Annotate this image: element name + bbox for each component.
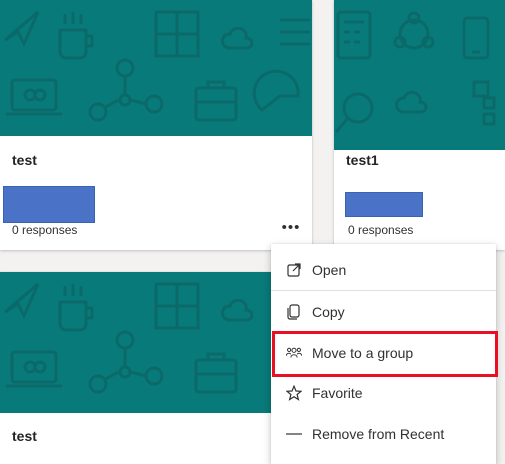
menu-item-open[interactable]: Open	[271, 252, 496, 288]
card-banner	[0, 0, 312, 136]
open-external-icon	[286, 262, 302, 278]
dash-icon	[286, 426, 302, 442]
card-banner	[334, 0, 505, 150]
card-title[interactable]: test1	[346, 152, 379, 168]
menu-item-label: Copy	[312, 304, 345, 320]
redacted-thumbnail	[3, 186, 95, 223]
card-title[interactable]: test	[12, 428, 37, 444]
menu-item-favorite[interactable]: Favorite	[271, 375, 496, 411]
menu-item-copy[interactable]: Copy	[271, 294, 496, 330]
menu-item-label: Move to a group	[312, 345, 414, 361]
redacted-thumbnail	[345, 192, 423, 217]
star-icon	[286, 385, 302, 401]
menu-item-label: Remove from Recent	[312, 426, 445, 442]
banner-pattern	[334, 10, 496, 133]
menu-item-label: Favorite	[312, 385, 363, 401]
card-title[interactable]: test	[12, 152, 37, 168]
form-card[interactable]: test 0 responses •••	[0, 0, 312, 250]
copy-icon	[286, 304, 302, 320]
more-options-button[interactable]: •••	[280, 219, 302, 239]
menu-item-remove-from-recent[interactable]: Remove from Recent	[271, 416, 496, 452]
menu-item-move-to-group[interactable]: Move to a group	[271, 335, 496, 371]
banner-pattern	[4, 282, 254, 394]
response-count: 0 responses	[12, 223, 78, 237]
banner-pattern	[4, 10, 310, 122]
menu-divider	[271, 290, 496, 291]
response-count: 0 responses	[348, 223, 414, 237]
form-card[interactable]: test1 0 responses	[334, 0, 505, 250]
card-banner	[0, 272, 312, 413]
group-icon	[286, 345, 302, 361]
context-menu: Open Copy Move to a group Favorite Remov…	[271, 244, 496, 464]
menu-item-label: Open	[312, 262, 347, 278]
form-card[interactable]: test	[0, 272, 312, 464]
